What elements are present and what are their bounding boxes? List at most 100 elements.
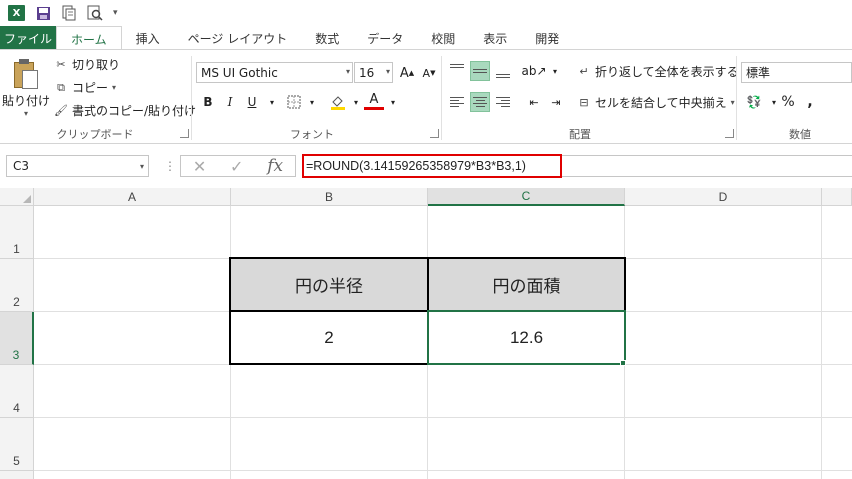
cell-c3-selected[interactable]: 12.6 [427, 310, 626, 365]
copy-label: コピー [72, 81, 109, 95]
chevron-down-icon[interactable]: ▾ [383, 92, 403, 112]
column-header-b[interactable]: B [231, 188, 428, 206]
enter-check-icon[interactable]: ✓ [230, 157, 243, 176]
comma-button[interactable]: , [800, 92, 820, 112]
font-size-value: 16 [359, 65, 375, 80]
tab-data[interactable]: データ [353, 26, 417, 50]
font-size-select[interactable]: 16 ▾ [354, 62, 393, 83]
align-left-icon[interactable] [447, 92, 467, 112]
insert-function-icon[interactable]: fx [267, 156, 283, 176]
tab-file[interactable]: ファイル [0, 26, 56, 50]
cancel-icon[interactable]: ✕ [193, 157, 206, 176]
font-color-button[interactable]: A [364, 92, 384, 110]
chevron-down-icon[interactable]: ▾ [346, 92, 366, 112]
column-header-e[interactable] [822, 188, 852, 206]
cut-button[interactable]: ✂ 切り取り [54, 56, 120, 73]
group-separator [191, 56, 192, 140]
merge-center-button[interactable]: ⊟ セルを結合して中央揃え ▾ [577, 94, 735, 111]
number-format-select[interactable]: 標準 [741, 62, 852, 83]
group-separator [736, 56, 737, 140]
column-header-d[interactable]: D [625, 188, 822, 206]
wrap-text-button[interactable]: ↵ 折り返して全体を表示する [577, 63, 739, 80]
alignment-group-label: 配置 [569, 128, 591, 141]
clipboard-group-label: クリップボード [56, 128, 134, 141]
format-painter-icon: 🖌 [54, 104, 68, 117]
bold-button[interactable]: B [198, 92, 218, 112]
formula-bar: C3 ▾ ⋮ ✕ ✓ fx =ROUND(3.14159265358979*B3… [0, 150, 852, 182]
row-header-3[interactable]: 3 [0, 312, 34, 365]
percent-button[interactable]: % [778, 92, 798, 112]
cell-b2[interactable]: 円の半径 [229, 257, 429, 312]
shrink-font-button[interactable]: A ▼ [419, 63, 439, 83]
save-icon[interactable] [35, 5, 51, 21]
copy-button[interactable]: ⧉ コピー ▾ [54, 79, 116, 96]
scissors-icon: ✂ [56, 58, 66, 71]
tab-insert[interactable]: 挿入 [122, 26, 174, 50]
row-header-4[interactable]: 4 [0, 365, 34, 418]
decrease-indent-icon[interactable]: ⇤ [524, 92, 544, 112]
chevron-down-icon: ▾ [730, 98, 735, 107]
clipboard-launcher-icon[interactable] [180, 129, 189, 138]
select-all-button[interactable] [0, 188, 34, 206]
orientation-icon[interactable]: ab↗ [521, 61, 546, 81]
chevron-down-icon: ▾ [112, 83, 117, 92]
format-painter-label: 書式のコピー/貼り付け [72, 104, 197, 118]
name-box[interactable]: C3 ▾ [6, 155, 149, 177]
currency-format-icon[interactable]: 💱 [744, 92, 764, 112]
font-name-select[interactable]: MS UI Gothic ▾ [196, 62, 353, 83]
chevron-down-icon[interactable]: ▾ [545, 61, 565, 81]
align-right-icon[interactable] [493, 92, 513, 112]
row-header-2[interactable]: 2 [0, 259, 34, 312]
italic-button[interactable]: I [220, 92, 240, 112]
search-preview-icon[interactable] [87, 5, 103, 21]
paste-button[interactable]: 貼り付け ▾ [2, 56, 50, 122]
tab-view[interactable]: 表示 [469, 26, 521, 50]
merge-cells-icon: ⊟ [579, 96, 589, 109]
row-header-6[interactable] [0, 471, 34, 479]
cell-b3[interactable]: 2 [229, 310, 429, 365]
row-header-5[interactable]: 5 [0, 418, 34, 471]
grow-font-icon: A [399, 65, 409, 81]
merge-center-label: セルを結合して中央揃え [595, 96, 727, 110]
borders-button[interactable] [284, 92, 304, 112]
column-header-a[interactable]: A [34, 188, 231, 206]
font-launcher-icon[interactable] [430, 129, 439, 138]
formula-input-extension[interactable] [562, 155, 852, 177]
font-name-value: MS UI Gothic [201, 65, 278, 80]
column-header-c[interactable]: C [428, 188, 625, 206]
fill-handle[interactable] [620, 360, 626, 366]
tab-formulas[interactable]: 数式 [301, 26, 353, 50]
align-bottom-icon[interactable] [493, 61, 513, 81]
alignment-launcher-icon[interactable] [725, 129, 734, 138]
grow-font-button[interactable]: A ▲ [397, 63, 417, 83]
tab-developer[interactable]: 開発 [521, 26, 573, 50]
paste-label: 貼り付け [2, 94, 51, 108]
number-group-label: 数値 [789, 128, 811, 141]
row-header-1[interactable]: 1 [0, 206, 34, 259]
gridline [821, 206, 822, 479]
resize-handle-icon[interactable]: ⋮ [164, 159, 176, 173]
formula-input[interactable]: =ROUND(3.14159265358979*B3*B3,1) [302, 154, 562, 178]
chevron-down-icon[interactable]: ▾ [302, 92, 322, 112]
tab-home[interactable]: ホーム [56, 26, 122, 51]
cell-c2[interactable]: 円の面積 [427, 257, 626, 312]
fill-color-button[interactable] [328, 92, 348, 112]
cut-label: 切り取り [72, 58, 121, 72]
tab-review[interactable]: 校閲 [417, 26, 469, 50]
font-group-label: フォント [290, 128, 334, 141]
increase-indent-icon[interactable]: ⇥ [546, 92, 566, 112]
tab-page-layout[interactable]: ページ レイアウト [174, 26, 302, 50]
chevron-down-icon[interactable]: ▾ [262, 92, 282, 112]
print-preview-icon[interactable] [61, 5, 77, 21]
format-painter-button[interactable]: 🖌 書式のコピー/貼り付け [54, 102, 196, 119]
align-top-icon[interactable] [447, 61, 467, 81]
chevron-down-icon: ▾ [385, 67, 390, 76]
wrap-text-label: 折り返して全体を表示する [595, 65, 739, 79]
group-separator [441, 56, 442, 140]
align-middle-icon[interactable] [470, 61, 490, 81]
wrap-text-icon: ↵ [579, 65, 589, 78]
formula-text: =ROUND(3.14159265358979*B3*B3,1) [306, 159, 526, 173]
customize-qat-icon[interactable]: ▾ [113, 8, 118, 18]
underline-button[interactable]: U [242, 92, 262, 112]
align-center-icon[interactable] [470, 92, 490, 112]
